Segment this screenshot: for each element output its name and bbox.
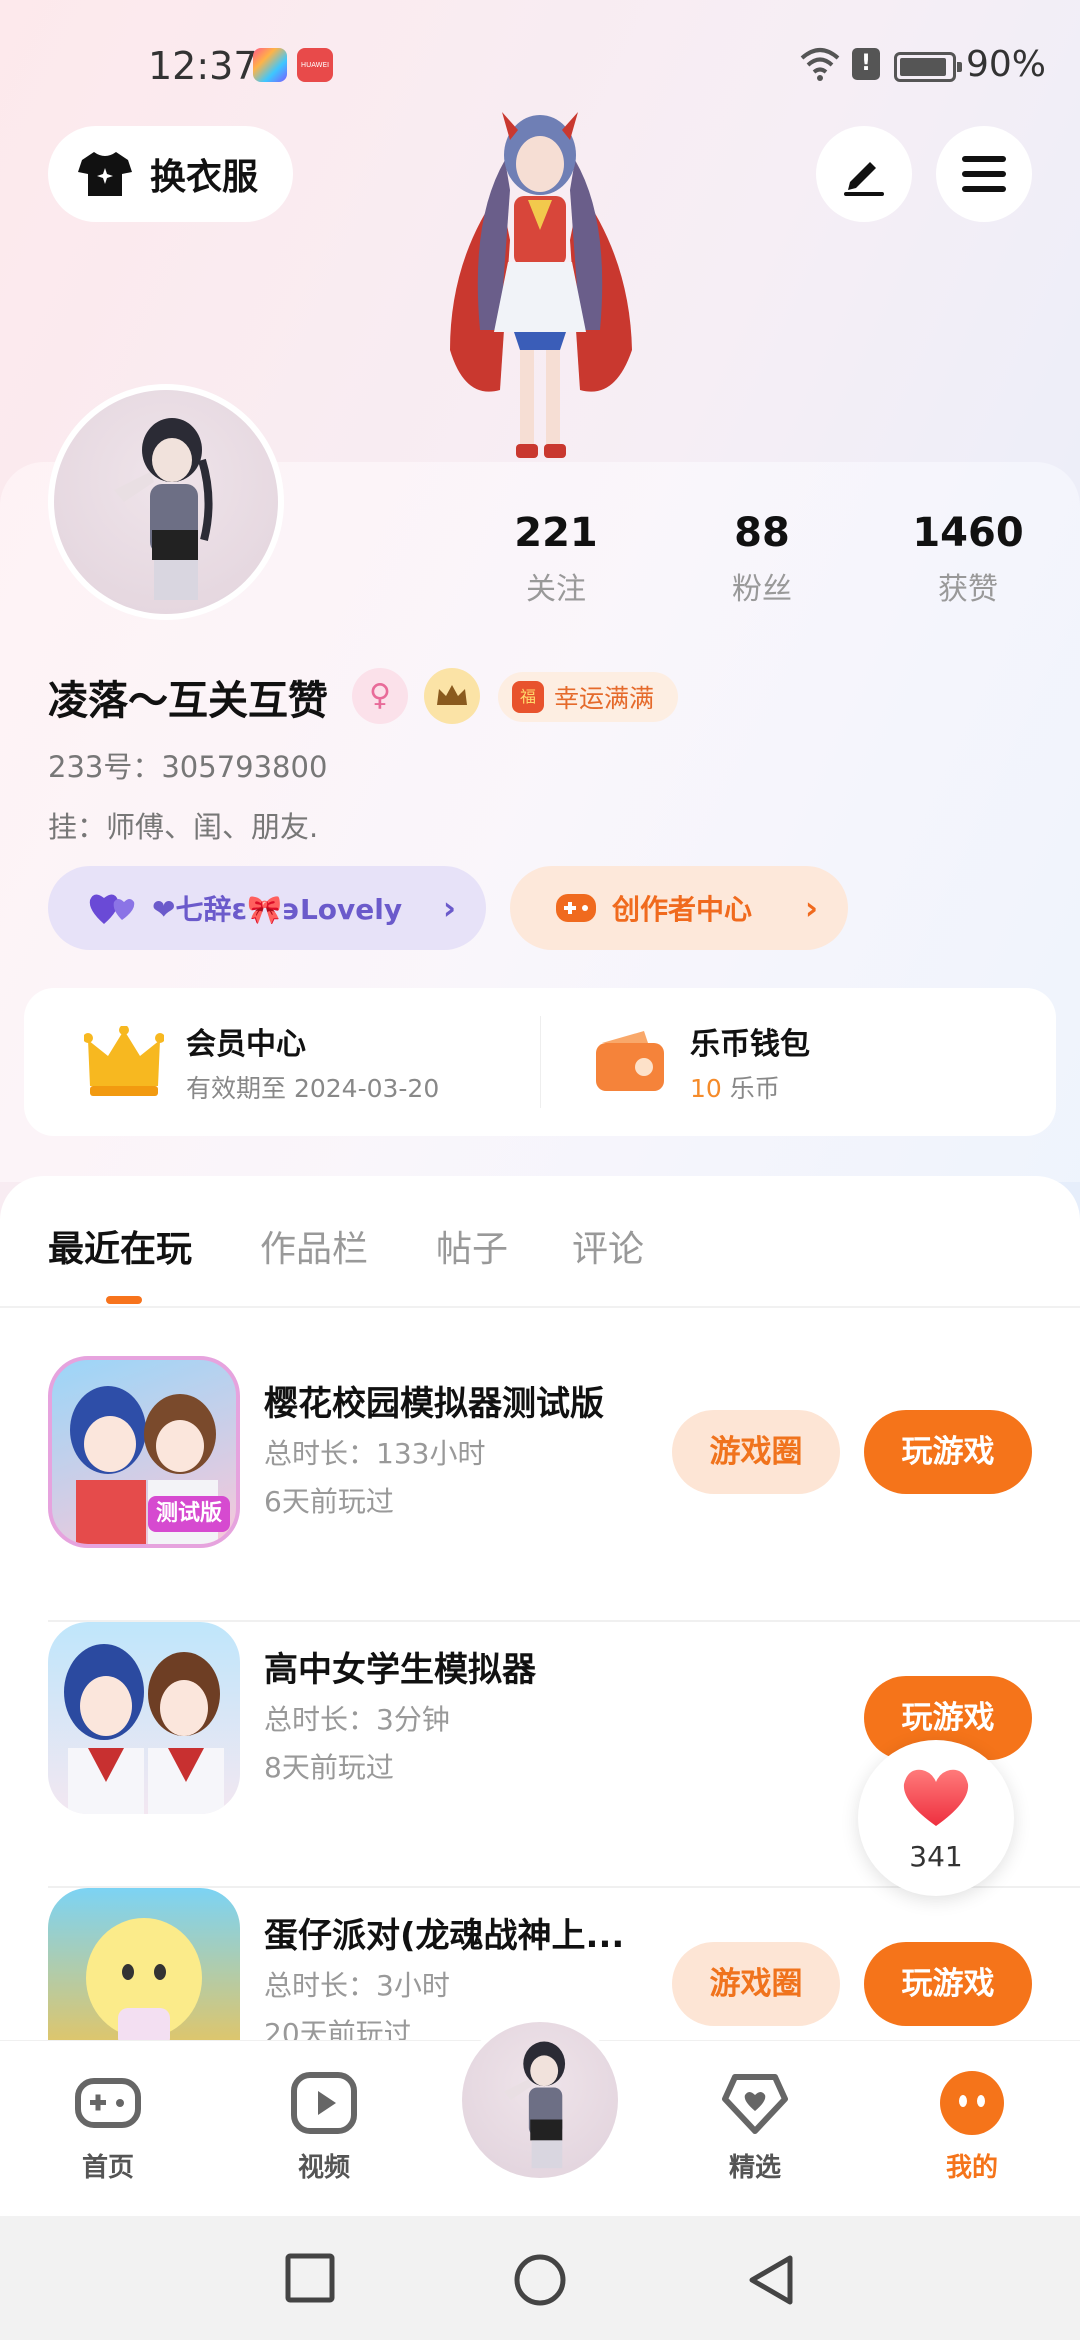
play-game-button[interactable]: 玩游戏: [864, 1410, 1032, 1494]
group-pill-button[interactable]: ❤七辞ε🎀϶Lovely ›: [48, 866, 486, 950]
member-center-title: 会员中心: [186, 1027, 306, 1062]
notification-app-icon: [253, 48, 287, 82]
wifi-icon: [800, 48, 840, 81]
wallet-unit: 乐币: [721, 1074, 780, 1103]
group-pill-label: ❤七辞ε🎀϶Lovely: [152, 893, 403, 926]
avatar-character: [114, 418, 213, 600]
red-envelope-icon: 福: [512, 681, 544, 713]
game-icon: [48, 1622, 240, 1814]
system-nav-bar: [0, 2216, 1080, 2340]
menu-button[interactable]: [936, 126, 1032, 222]
game-duration: 总时长：3分钟: [264, 1703, 450, 1736]
nav-home-label: 首页: [81, 2153, 134, 2183]
crown-badge-icon[interactable]: [424, 668, 480, 724]
nav-me[interactable]: 我的: [902, 2067, 1042, 2184]
user-id: 233号：305793800: [48, 750, 328, 784]
creator-center-button[interactable]: 创作者中心 ›: [510, 866, 848, 950]
test-version-badge: 测试版: [155, 1501, 222, 1526]
content-section: 最近在玩 作品栏 帖子 评论 测试版 樱花校园模拟器测试版 总时长：133小时 …: [0, 1176, 1080, 2044]
edit-icon: [844, 162, 884, 196]
vip-wallet-card: 会员中心 有效期至 2024-03-20 乐币钱包 10 乐币: [24, 988, 1056, 1136]
lucky-badge-label: 幸运满满: [554, 684, 655, 713]
stat-followers-value: 88: [734, 510, 790, 556]
game-name: 高中女学生模拟器: [264, 1650, 536, 1690]
nav-video-label: 视频: [297, 2153, 350, 2183]
gamepad-icon: [556, 894, 596, 922]
member-center-item[interactable]: 会员中心 有效期至 2024-03-20: [84, 988, 439, 1136]
change-outfit-button[interactable]: 换衣服: [48, 126, 293, 222]
crown-icon: [84, 1026, 164, 1096]
game-duration: 总时长：133小时: [264, 1437, 486, 1470]
creator-center-label: 创作者中心: [612, 893, 753, 926]
member-expiry: 有效期至 2024-03-20: [186, 1074, 440, 1103]
character-model: [450, 112, 632, 458]
huawei-app-icon: HUAWEI: [297, 48, 333, 82]
stat-following-value: 221: [514, 510, 598, 556]
nav-me-label: 我的: [945, 2153, 998, 2183]
edit-profile-button[interactable]: [816, 126, 912, 222]
tab-bar: 最近在玩 作品栏 帖子 评论: [0, 1176, 1080, 1308]
wallet-title: 乐币钱包: [690, 1027, 810, 1062]
game-name: 蛋仔派对(龙魂战神上...: [264, 1916, 625, 1956]
stat-followers-label: 粉丝: [732, 572, 792, 607]
tab-comments[interactable]: 评论: [572, 1220, 644, 1272]
face-icon: [940, 2071, 1004, 2135]
recent-apps-icon[interactable]: [284, 2252, 336, 2304]
nav-home[interactable]: 首页: [38, 2067, 178, 2184]
divider: [540, 1016, 541, 1108]
user-signature: 挂：师傅、闺、朋友.: [48, 810, 319, 844]
battery-icon: [894, 52, 962, 82]
video-icon: [291, 2072, 357, 2134]
game-last-played: 6天前玩过: [264, 1485, 394, 1518]
game-icon: 测试版: [48, 1356, 240, 1548]
status-time: 12:37: [148, 44, 258, 88]
gamepad-icon: [75, 2078, 141, 2128]
change-outfit-label: 换衣服: [150, 157, 259, 198]
stat-likes-label: 获赞: [938, 572, 998, 607]
alert-icon: !: [852, 48, 880, 80]
heart-diamond-icon: [722, 2074, 788, 2134]
double-heart-icon: [89, 894, 135, 924]
menu-icon: [962, 156, 1006, 192]
stat-following[interactable]: 221 关注: [476, 510, 636, 608]
nav-video[interactable]: 视频: [254, 2067, 394, 2184]
stat-following-label: 关注: [526, 572, 586, 607]
tab-works[interactable]: 作品栏: [260, 1220, 368, 1272]
game-duration: 总时长：3小时: [264, 1969, 450, 2002]
nav-featured-label: 精选: [728, 2153, 781, 2183]
wallet-balance: 10 乐币: [690, 1069, 810, 1105]
chevron-right-icon: ›: [804, 889, 818, 927]
back-icon[interactable]: [744, 2252, 796, 2308]
stat-followers[interactable]: 88 粉丝: [682, 510, 842, 608]
wallet-item[interactable]: 乐币钱包 10 乐币: [592, 988, 810, 1136]
heart-icon: [903, 1769, 969, 1826]
tab-recently-played[interactable]: 最近在玩: [48, 1220, 192, 1272]
tab-indicator: [106, 1296, 142, 1304]
game-icon: [48, 1888, 240, 2044]
home-icon[interactable]: [512, 2252, 568, 2308]
wallet-amount: 10: [690, 1074, 722, 1103]
wallet-icon: [596, 1031, 664, 1091]
game-last-played: 8天前玩过: [264, 1751, 394, 1784]
chevron-right-icon: ›: [442, 889, 456, 927]
game-circle-button[interactable]: 游戏圈: [672, 1942, 840, 2026]
stat-likes-value: 1460: [912, 510, 1024, 556]
game-row[interactable]: 测试版 樱花校园模拟器测试版 总时长：133小时 6天前玩过 游戏圈 玩游戏: [0, 1356, 1080, 1622]
game-name: 樱花校园模拟器测试版: [264, 1384, 604, 1424]
username: 凌落～互关互赞: [48, 678, 328, 724]
stat-likes[interactable]: 1460 获赞: [888, 510, 1048, 608]
play-game-button[interactable]: 玩游戏: [864, 1942, 1032, 2026]
like-count: 341: [909, 1840, 963, 1873]
nav-center-avatar[interactable]: [456, 2016, 624, 2184]
shirt-icon: [78, 152, 132, 196]
female-gender-icon: ♀: [352, 668, 408, 724]
game-circle-button[interactable]: 游戏圈: [672, 1410, 840, 1494]
profile-avatar[interactable]: [48, 384, 284, 620]
battery-percent: 90%: [966, 44, 1047, 85]
lucky-badge[interactable]: 福 幸运满满: [498, 672, 678, 722]
tab-posts[interactable]: 帖子: [436, 1220, 508, 1272]
like-float-button[interactable]: 341: [858, 1740, 1014, 1896]
nav-featured[interactable]: 精选: [685, 2067, 825, 2184]
avatar-character: [503, 2041, 566, 2169]
